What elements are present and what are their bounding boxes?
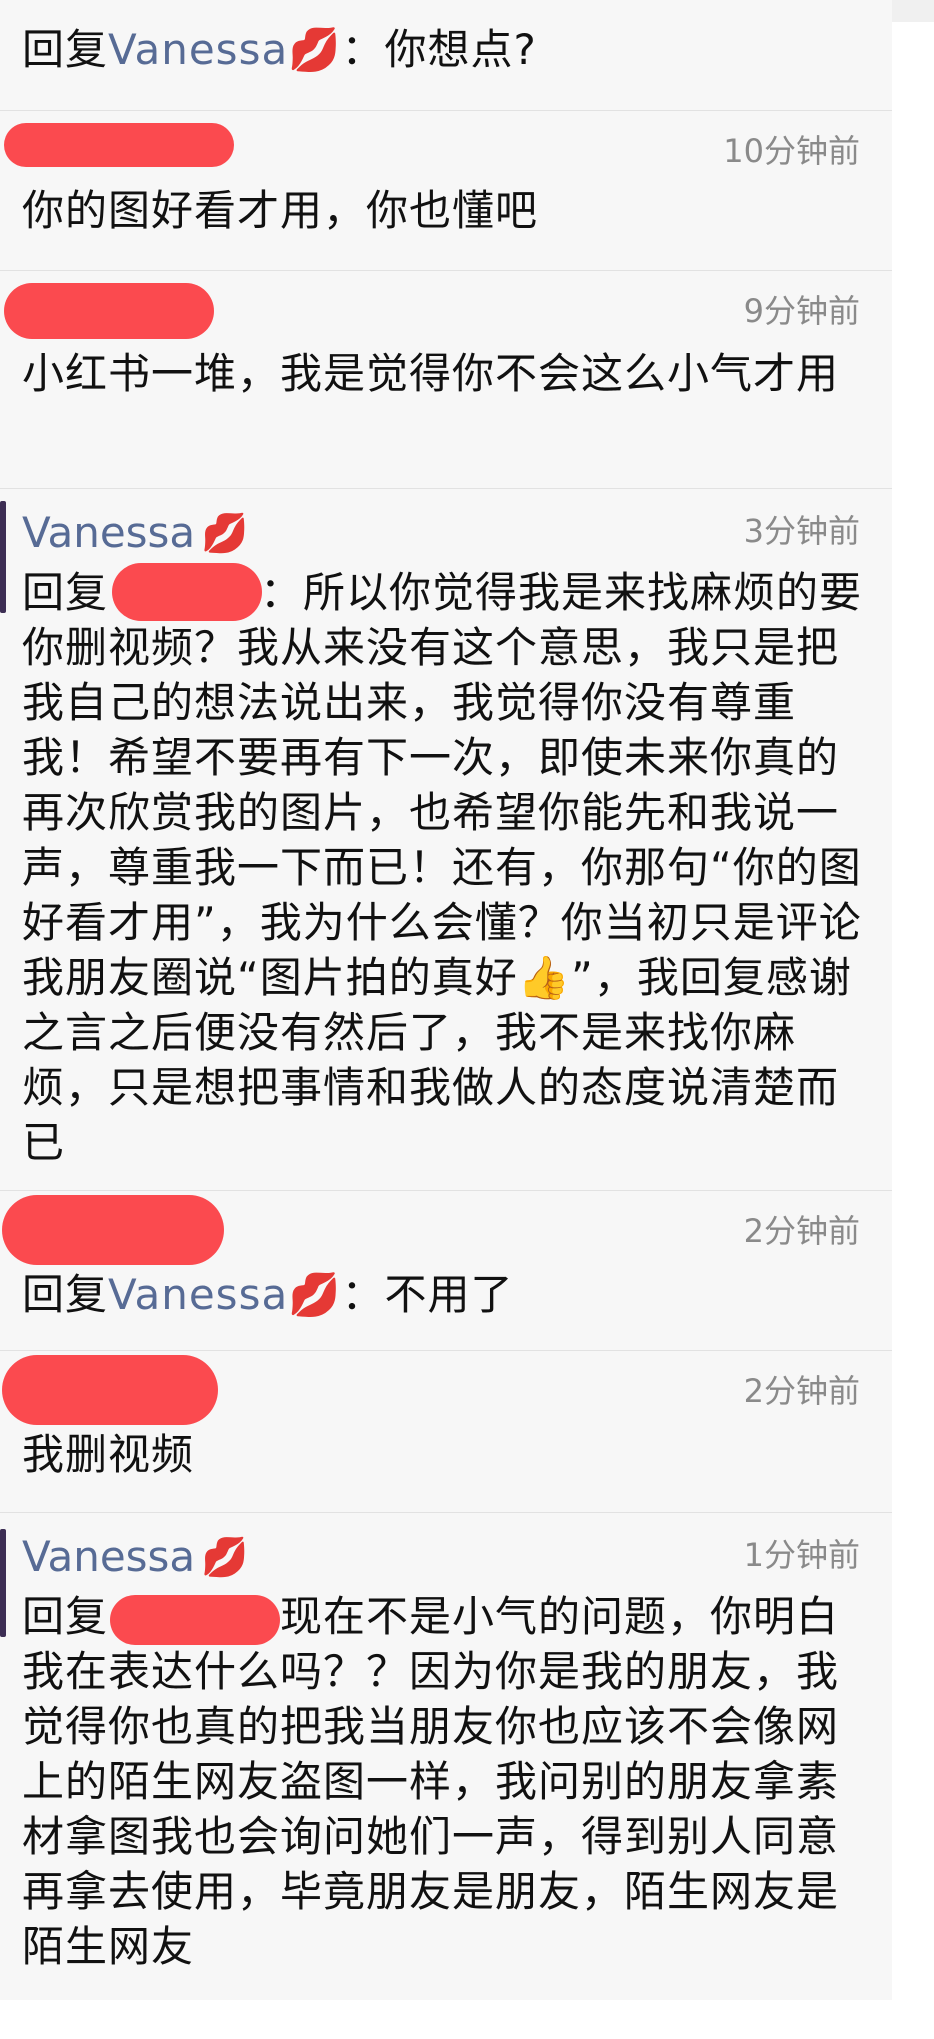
comment-author[interactable]: Vanessa 💋 xyxy=(22,503,249,563)
comment-time: 1分钟前 xyxy=(743,1536,860,1574)
kiss-emoji-icon: 💋 xyxy=(288,25,342,74)
avatar[interactable] xyxy=(0,1529,6,1637)
kiss-emoji-icon: 💋 xyxy=(288,1270,342,1319)
comment-item[interactable]: 10分钟前 你的图好看才用，你也懂吧 xyxy=(0,110,892,271)
comment-time: 2分钟前 xyxy=(743,1212,860,1250)
redacted-reply-target xyxy=(110,1595,280,1645)
comment-text: 回复Vanessa💋：不用了 xyxy=(22,1270,514,1319)
comments-panel: 回复Vanessa💋：你想点? 10分钟前 你的图好看才用，你也懂吧 9分钟前 … xyxy=(0,0,892,2000)
redacted-username xyxy=(4,123,234,167)
redacted-username xyxy=(2,1355,218,1425)
reply-target-name[interactable]: Vanessa xyxy=(108,1270,288,1319)
comment-time: 2分钟前 xyxy=(743,1372,860,1410)
comment-text: 小红书一堆，我是觉得你不会这么小气才用 xyxy=(22,349,840,398)
author-name[interactable]: Vanessa xyxy=(22,1531,195,1583)
comment-item[interactable]: 2分钟前 我删视频 xyxy=(0,1350,892,1513)
reply-prefix: 回复 xyxy=(22,25,109,74)
author-name[interactable]: Vanessa xyxy=(22,507,195,559)
reply-prefix: 回复 xyxy=(22,1270,109,1319)
comment-item[interactable]: 回复Vanessa💋：你想点? xyxy=(0,0,892,110)
kiss-emoji-icon: 💋 xyxy=(201,511,249,555)
comment-item[interactable]: Vanessa 💋 1分钟前 回复 现在不是小气的问题，你明白我在表达什么吗？？因… xyxy=(0,1512,892,2000)
comment-text: 回复Vanessa💋：你想点? xyxy=(22,25,537,74)
kiss-emoji-icon: 💋 xyxy=(201,1535,249,1579)
reply-prefix: 回复 xyxy=(22,1592,109,1641)
redacted-reply-target xyxy=(112,563,262,621)
comment-item[interactable]: Vanessa 💋 3分钟前 回复 ：所以你觉得我是来找麻烦的要你删视频？我从来没… xyxy=(0,488,892,1191)
reply-target-name[interactable]: Vanessa xyxy=(108,25,288,74)
comment-time: 3分钟前 xyxy=(743,512,860,550)
comment-item[interactable]: 9分钟前 小红书一堆，我是觉得你不会这么小气才用 xyxy=(0,270,892,489)
reply-prefix: 回复 xyxy=(22,568,109,617)
comment-time: 10分钟前 xyxy=(723,132,860,170)
comment-text: 我删视频 xyxy=(22,1430,195,1479)
comment-author[interactable]: Vanessa 💋 xyxy=(22,1527,249,1587)
comment-time: 9分钟前 xyxy=(743,292,860,330)
comment-text: 你的图好看才用，你也懂吧 xyxy=(22,186,539,235)
redacted-username xyxy=(2,1195,224,1265)
avatar[interactable] xyxy=(0,501,6,613)
comment-item[interactable]: 2分钟前 回复Vanessa💋：不用了 xyxy=(0,1190,892,1351)
comment-text: 回复 ：所以你觉得我是来找麻烦的要你删视频？我从来没有这个意思，我只是把我自己的想… xyxy=(22,568,863,1167)
redacted-username xyxy=(4,283,214,339)
comment-text: 回复 现在不是小气的问题，你明白我在表达什么吗？？因为你是我的朋友，我觉得你也真的… xyxy=(22,1592,840,1971)
